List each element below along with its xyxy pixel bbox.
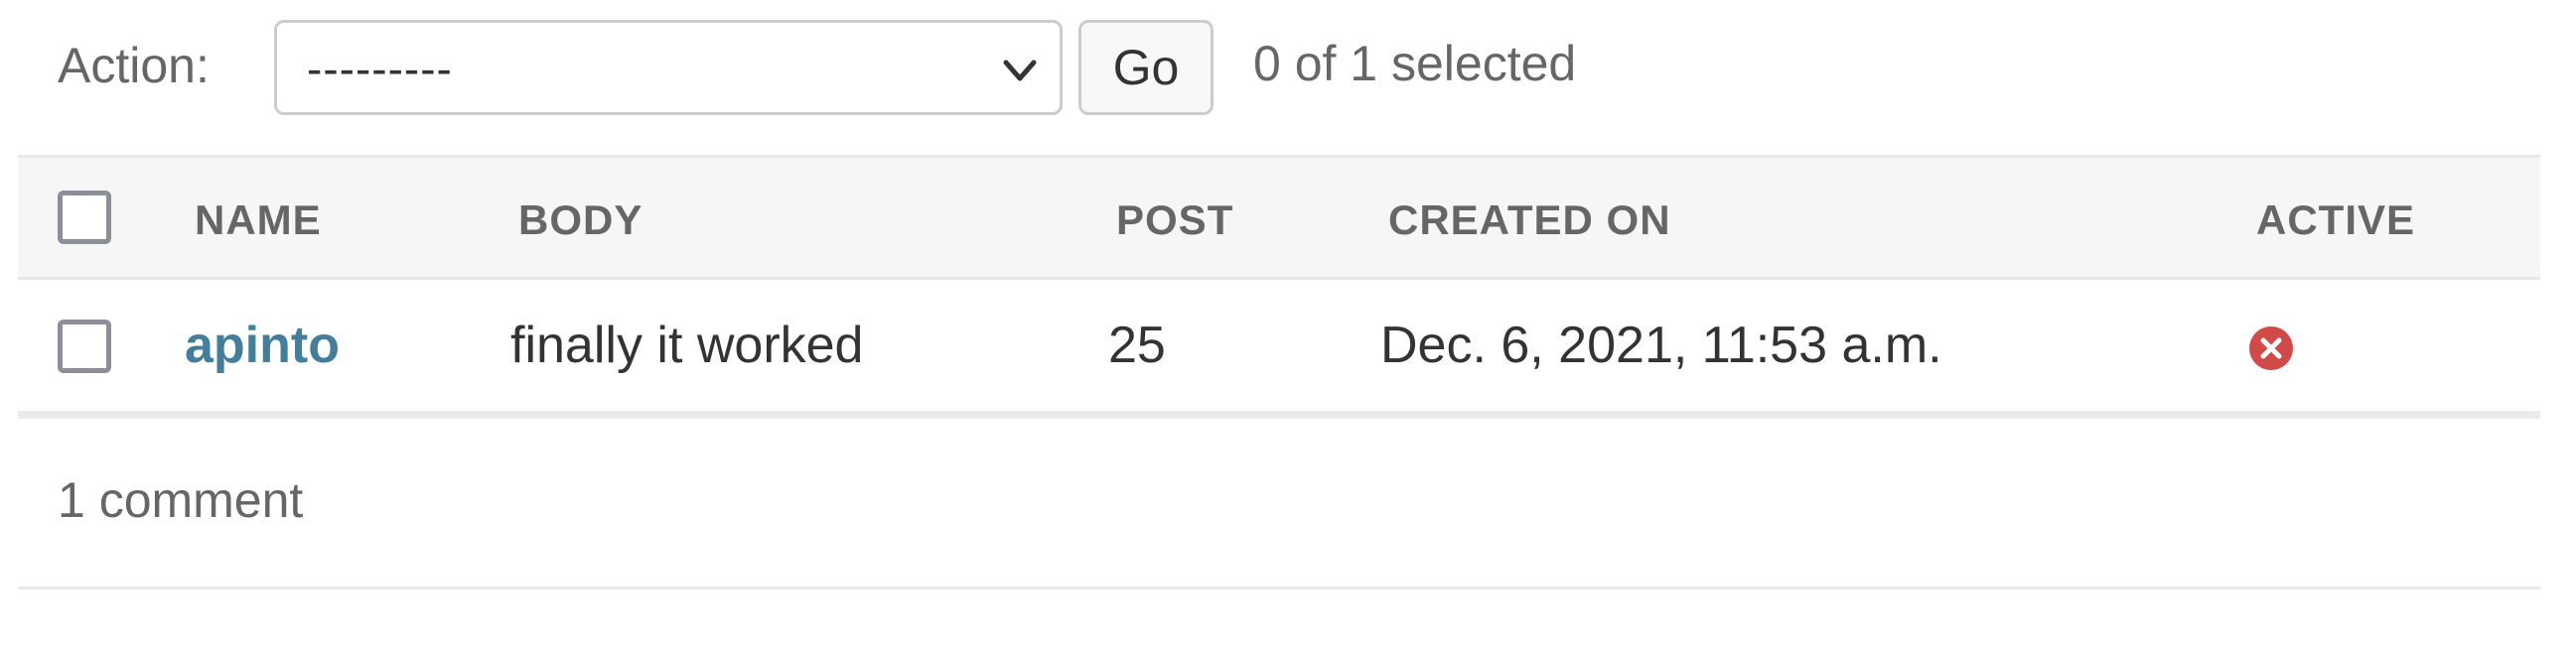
inactive-x-circle-icon xyxy=(2249,326,2293,370)
actions-bar: Action: --------- Go 0 of 1 selected xyxy=(0,0,2576,139)
column-header-active[interactable]: ACTIVE xyxy=(2256,195,2415,245)
action-select-value: --------- xyxy=(307,43,453,94)
action-select[interactable]: --------- xyxy=(274,20,1063,115)
results-table: NAME BODY POST CREATED ON ACTIVE apinto … xyxy=(18,155,2540,419)
selected-count: 0 of 1 selected xyxy=(1253,36,1577,91)
row-name-link[interactable]: apinto xyxy=(185,316,340,375)
column-header-post[interactable]: POST xyxy=(1116,195,1233,245)
table-row: apinto finally it worked 25 Dec. 6, 2021… xyxy=(18,280,2540,419)
chevron-down-icon xyxy=(1003,60,1037,81)
action-label: Action: xyxy=(58,38,210,93)
column-header-created-on[interactable]: CREATED ON xyxy=(1388,195,1671,245)
row-checkbox[interactable] xyxy=(58,320,111,373)
row-created-on: Dec. 6, 2021, 11:53 a.m. xyxy=(1380,317,1942,374)
result-count: 1 comment xyxy=(58,472,304,528)
table-header: NAME BODY POST CREATED ON ACTIVE xyxy=(18,155,2540,280)
row-post: 25 xyxy=(1108,317,1166,374)
row-body: finally it worked xyxy=(510,317,864,374)
go-button[interactable]: Go xyxy=(1078,20,1214,115)
select-all-checkbox[interactable] xyxy=(58,191,111,244)
paginator: 1 comment xyxy=(18,417,2540,589)
column-header-body[interactable]: BODY xyxy=(518,195,643,245)
column-header-name[interactable]: NAME xyxy=(195,195,322,245)
